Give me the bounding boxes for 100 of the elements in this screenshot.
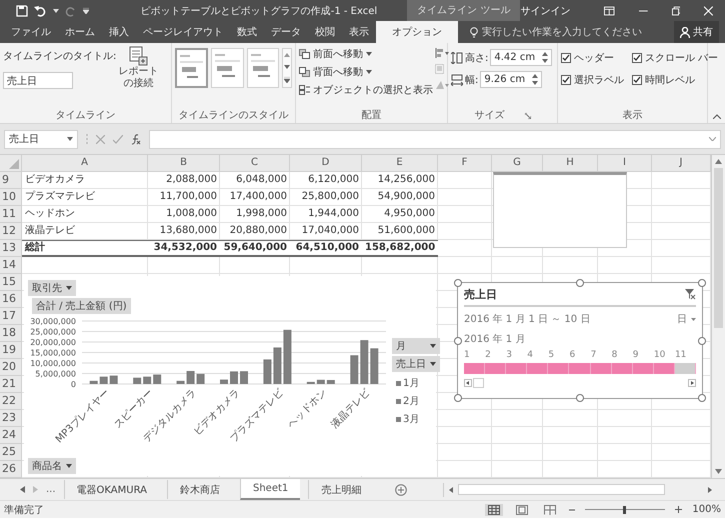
column-header[interactable]: H [543,155,598,172]
height-spinner[interactable]: 4.42 cm [490,49,552,66]
row-number[interactable]: 18 [0,325,22,342]
row-number[interactable]: 15 [0,274,22,291]
ribbon-tab[interactable]: オプション [376,21,458,43]
resize-handle[interactable] [454,394,462,402]
column-header[interactable]: E [362,155,438,172]
row-number[interactable]: 19 [0,342,22,359]
column-header[interactable]: A [22,155,148,172]
resize-handle[interactable] [454,279,462,287]
width-spinner[interactable]: 9.26 cm [480,71,542,88]
zoom-out-icon[interactable] [569,506,576,512]
scroll-up-icon[interactable] [715,159,722,164]
column-header[interactable]: C [220,155,290,172]
name-box[interactable]: 売上日 [4,130,78,148]
save-icon[interactable] [16,4,28,16]
checkbox[interactable] [561,53,571,63]
row-number[interactable]: 16 [0,291,22,308]
slider-thumb[interactable] [623,506,626,514]
new-sheet-icon[interactable] [395,484,408,496]
collapse-ribbon-icon[interactable] [712,114,720,119]
row-number[interactable]: 10 [0,189,22,206]
sheet-tab[interactable]: 鈴木商店 [166,480,232,499]
legend-field-button[interactable]: 月 [392,338,440,354]
sheet-tab[interactable]: 電器OKAMURA [64,480,159,499]
style-thumbnail[interactable] [175,48,208,88]
checkbox[interactable] [561,75,571,85]
timeline-slicer[interactable]: 売上日 2016 年 1 月 1 日 ～ 10 日 日 2016 年 1 月 1 2 3 4 5 6 7 8 9 10 11 [457,282,703,399]
scroll-down-icon[interactable] [715,469,722,474]
row-number[interactable]: 11 [0,206,22,223]
ribbon-tab[interactable]: ホーム [58,21,102,43]
tell-me-field[interactable]: 実行したい作業を入力してください [470,21,642,43]
resize-handle[interactable] [576,394,584,402]
column-header[interactable]: J [652,155,711,172]
row-number[interactable]: 12 [0,223,22,240]
column-header[interactable]: D [290,155,362,172]
row-number[interactable]: 23 [0,410,22,427]
scroll-right-icon[interactable] [688,379,696,387]
value-field-button[interactable]: 合計 / 売上金額 (円) [32,298,131,314]
report-connection-button[interactable]: レポート の接続 [118,46,158,108]
row-number[interactable]: 24 [0,427,22,444]
ribbon-display-icon[interactable] [604,6,615,16]
sign-in-link[interactable]: サインイン [520,4,570,18]
column-header[interactable]: G [492,155,543,172]
time-level-dropdown[interactable]: 日 [677,312,696,326]
row-number[interactable]: 20 [0,359,22,376]
row-number[interactable]: 14 [0,257,22,274]
undo-icon[interactable] [34,4,47,16]
dialog-launcher-icon[interactable] [524,112,530,118]
ribbon-tab[interactable]: ファイル [4,21,58,43]
ribbon-tab[interactable]: 数式 [230,21,264,43]
share-button[interactable]: 共有 [674,21,719,43]
scroll-up-icon[interactable] [284,53,290,57]
view-button[interactable] [485,504,504,516]
scroll-right-icon[interactable] [705,486,713,494]
insert-function-icon[interactable] [131,134,141,144]
ribbon-tab[interactable]: 挿入 [102,21,136,43]
resize-handle[interactable] [698,394,706,402]
ribbon-tab[interactable]: データ [264,21,308,43]
timeline-scrollbar[interactable] [464,378,696,388]
formula-input[interactable] [149,130,721,148]
zoom-in-icon[interactable] [675,506,682,513]
restore-icon[interactable] [672,6,680,16]
row-number[interactable]: 26 [0,461,22,478]
gallery-scrollbar[interactable] [282,48,292,88]
column-header[interactable]: B [148,155,220,172]
ribbon-tab[interactable]: 表示 [342,21,376,43]
row-number[interactable]: 17 [0,308,22,325]
arrange-button[interactable]: 前面へ移動 [299,46,433,61]
row-number[interactable]: 13 [0,240,22,257]
timeline-title-field[interactable]: 売上日 [3,72,73,89]
ribbon-tab[interactable]: 校閲 [308,21,342,43]
more-styles-icon[interactable] [284,77,290,83]
resize-handle[interactable] [698,336,706,344]
customize-caret-icon[interactable] [83,8,89,14]
zoom-level[interactable]: 100% [692,504,721,515]
sheet-tab[interactable]: Sheet1 [240,479,300,500]
row-number[interactable]: 21 [0,376,22,393]
vertical-scrollbar[interactable] [711,155,725,478]
resize-handle[interactable] [698,279,706,287]
expand-icon[interactable] [709,137,716,141]
column-header[interactable]: I [598,155,652,172]
sheet-tab[interactable]: 売上明細 [308,480,374,499]
caret-icon[interactable] [53,8,59,12]
row-number[interactable]: 9 [0,172,22,189]
scroll-left-icon[interactable] [448,486,456,494]
clear-filter-icon[interactable] [685,289,696,300]
row-number[interactable]: 22 [0,393,22,410]
style-thumbnail[interactable] [246,48,280,88]
more-sheets-button[interactable]: ... [46,484,56,495]
ribbon-tab[interactable]: ページレイアウト [136,21,230,43]
arrange-button[interactable]: オブジェクトの選択と表示 [299,82,433,97]
close-icon[interactable] [704,6,714,16]
scroll-left-icon[interactable] [464,379,472,387]
resize-handle[interactable] [576,279,584,287]
row-number[interactable]: 25 [0,444,22,461]
filter-field-button[interactable]: 取引先 [28,280,76,296]
scroll-down-icon[interactable] [284,65,290,69]
axis-field-button[interactable]: 商品名 [28,458,76,474]
resize-handle[interactable] [454,336,462,344]
